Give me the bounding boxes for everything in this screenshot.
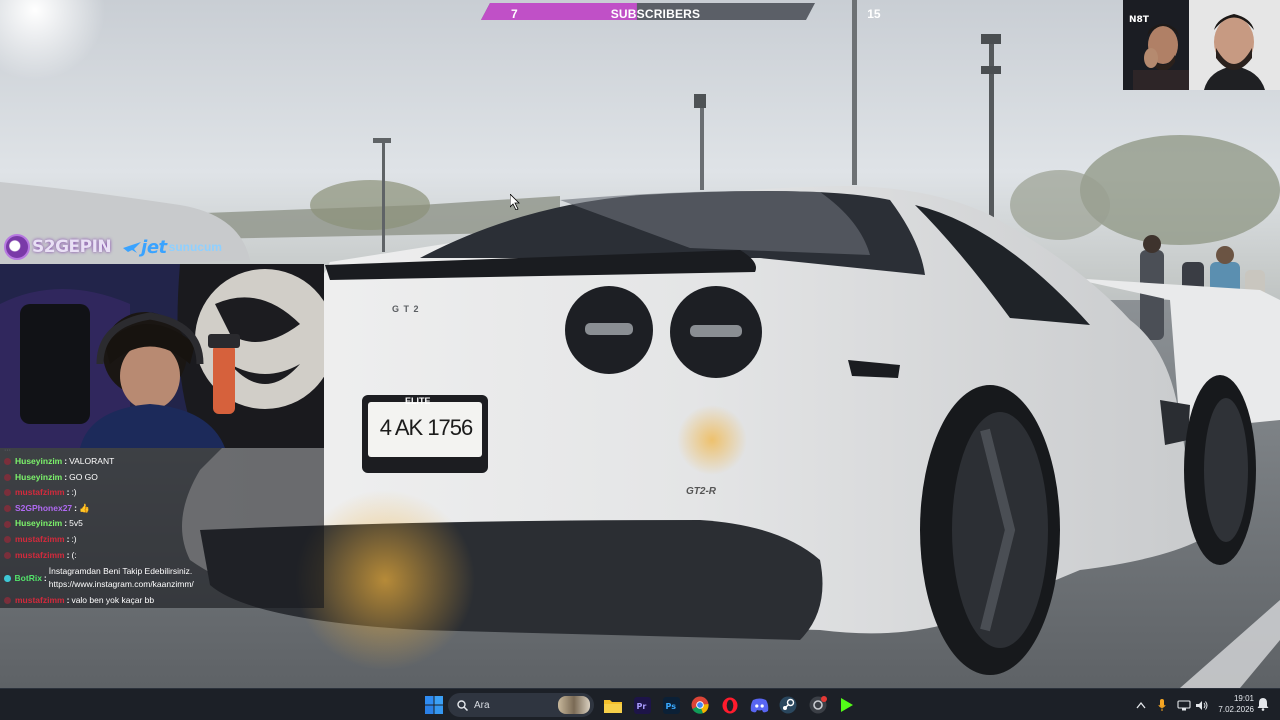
kick-icon[interactable] xyxy=(835,693,859,717)
chat-badge-icon xyxy=(4,574,11,582)
goal-target: 15 xyxy=(867,6,881,21)
chat-separator: : xyxy=(64,518,68,529)
microphone-icon[interactable] xyxy=(1158,699,1166,711)
chat-badge-icon xyxy=(4,505,11,513)
chat-text: (: xyxy=(71,549,77,560)
stream-chat: ··· Huseyinzim: VALORANT Huseyinzim: GO GO m… xyxy=(0,448,324,608)
chat-username[interactable]: mustafzimm xyxy=(15,485,65,501)
chat-message: mustafzimm: (: xyxy=(4,548,320,564)
plate-top-text: ELITE xyxy=(405,396,431,406)
brand-b-logo: jet sunucum xyxy=(123,237,222,258)
chat-separator: : xyxy=(43,572,47,583)
chat-text: 👍 xyxy=(79,502,90,513)
chat-message: mustafzimm::) xyxy=(4,485,320,501)
chat-badge-icon xyxy=(4,520,11,528)
search-icon xyxy=(457,699,468,711)
photoshop-icon[interactable]: Ps xyxy=(659,693,683,717)
chat-message: BotRix: İnstagramdan Beni Takip Edebilirs… xyxy=(4,563,320,593)
chat-text: :) xyxy=(71,487,77,498)
chat-badge-icon xyxy=(4,489,11,497)
chat-badge-icon xyxy=(4,458,11,466)
chat-username[interactable]: mustafzimm xyxy=(15,593,65,608)
chat-badge-icon xyxy=(4,551,11,559)
taskbar-clock[interactable]: 19:01 7.02.2026 xyxy=(1208,694,1254,715)
tray-chevron-up-icon[interactable] xyxy=(1136,701,1146,709)
chat-message: mustafzimm::) xyxy=(4,532,320,548)
chrome-badge-icon[interactable] xyxy=(806,693,830,717)
chat-username[interactable]: Huseyinzim xyxy=(15,454,62,470)
chat-username[interactable]: Huseyinzim xyxy=(15,516,62,532)
premiere-pro-icon[interactable]: Pr xyxy=(630,693,654,717)
chat-separator: : xyxy=(64,456,68,466)
search-highlight-art xyxy=(558,696,590,714)
brand-a-name: S2GEPIN xyxy=(32,237,112,257)
chat-text: :) xyxy=(71,533,77,544)
chat-separator: : xyxy=(64,471,68,482)
chat-separator: : xyxy=(66,549,70,560)
license-plate: 4 AK 1756 xyxy=(379,415,474,440)
car-badge-left: G T 2 xyxy=(392,304,420,314)
car-badge-right: GT2-R xyxy=(686,486,716,497)
streamer-webcam xyxy=(0,264,324,448)
brand-a-logo: S2GEPIN xyxy=(4,234,112,260)
chat-username[interactable]: Huseyinzim xyxy=(15,470,62,486)
plane-icon xyxy=(123,242,142,253)
clock-date: 7.02.2026 xyxy=(1218,704,1254,714)
chat-badge-icon xyxy=(4,473,11,481)
sponsor-logos: S2GEPIN jet sunucum xyxy=(0,230,240,264)
chat-message: mustafzimm: valo ben yok kaçar bb xyxy=(4,593,320,608)
file-explorer-icon[interactable] xyxy=(601,693,625,717)
chat-message: Huseyinzim: VALORANT xyxy=(4,454,320,470)
clock-time: 19:01 xyxy=(1233,694,1254,703)
chat-separator: : xyxy=(66,595,70,606)
chat-message: Huseyinzim: GO GO xyxy=(4,470,320,486)
guest-left-portrait: N8T xyxy=(1123,0,1189,90)
notification-bell-icon[interactable] xyxy=(1257,697,1269,711)
streamer-portrait xyxy=(0,264,324,448)
guest-right-portrait xyxy=(1189,0,1280,90)
volume-icon[interactable] xyxy=(1195,700,1208,711)
guest-webcam-right xyxy=(1189,0,1280,90)
chat-message: S2GPhonex27: 👍 xyxy=(4,501,320,517)
subscribers-goal-bar: 7 SUBSCRIBERS 15 xyxy=(481,3,881,21)
windows-start-icon[interactable] xyxy=(422,693,446,717)
taskbar-search[interactable]: Ara xyxy=(448,693,594,717)
chat-badge-icon xyxy=(4,597,11,605)
guest-webcam-left: N8T xyxy=(1123,0,1189,90)
mouse-cursor-icon xyxy=(510,194,520,210)
search-placeholder: Ara xyxy=(474,699,490,711)
chat-username[interactable]: mustafzimm xyxy=(15,532,65,548)
chat-username[interactable]: S2GPhonex27 xyxy=(15,501,72,517)
discord-icon[interactable] xyxy=(747,693,771,717)
brand-a-icon xyxy=(4,234,30,260)
opera-icon[interactable] xyxy=(718,693,742,717)
goal-title: SUBSCRIBERS xyxy=(610,6,701,21)
svg-text:Pr: Pr xyxy=(636,702,646,711)
svg-text:Ps: Ps xyxy=(665,702,676,711)
chat-text: GO GO xyxy=(69,471,98,482)
chat-text: 5v5 xyxy=(69,518,83,529)
chat-badge-icon xyxy=(4,536,11,544)
chat-message: Huseyinzim:5v5 xyxy=(4,516,320,532)
chat-text: valo ben yok kaçar bb xyxy=(71,595,155,606)
brand-b-suffix: sunucum xyxy=(168,240,222,254)
chat-username[interactable]: BotRix xyxy=(15,572,42,585)
chrome-icon[interactable] xyxy=(688,693,712,717)
brand-b-name: jet xyxy=(141,236,167,258)
chat-separator: : xyxy=(66,533,70,544)
steam-icon[interactable] xyxy=(776,693,800,717)
chat-separator: : xyxy=(74,502,78,513)
chat-text: İnstagramdan Beni Takip Edebilirsiniz. h… xyxy=(48,566,194,590)
chat-message: ··· xyxy=(4,448,11,454)
chat-separator: : xyxy=(66,487,70,498)
chat-text: VALORANT xyxy=(69,456,115,466)
svg-text:N8T: N8T xyxy=(1129,15,1150,25)
goal-current: 7 xyxy=(511,6,518,21)
chat-username[interactable]: mustafzimm xyxy=(15,548,65,564)
windows-taskbar: Ara Pr Ps 19:01 7.02.2026 xyxy=(0,688,1280,720)
network-icon[interactable] xyxy=(1177,699,1191,711)
